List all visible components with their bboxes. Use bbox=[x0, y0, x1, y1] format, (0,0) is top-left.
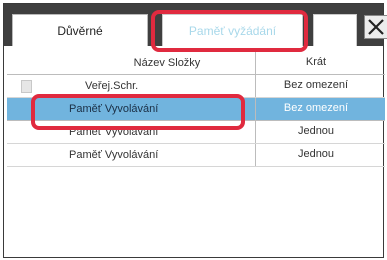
times-value: Jednou bbox=[297, 125, 335, 137]
tab-bar: Důvěrné Paměť vyžádání bbox=[4, 4, 383, 46]
column-divider bbox=[255, 144, 256, 166]
close-icon bbox=[368, 19, 384, 35]
folder-name: Paměť Vyvolávání bbox=[69, 149, 159, 161]
folder-table: Název Složky Krát Veřej.Schr. Bez omezen… bbox=[7, 52, 385, 167]
folder-name: Paměť Vyvolávání bbox=[69, 126, 159, 138]
times-value: Jednou bbox=[297, 148, 335, 160]
table-row[interactable]: Paměť Vyvolávání Jednou bbox=[7, 121, 385, 144]
tab-spacer bbox=[313, 14, 357, 46]
times-value: Bez omezení bbox=[283, 79, 349, 91]
recall-memory-panel: Důvěrné Paměť vyžádání Název Složky Krát… bbox=[3, 3, 387, 258]
document-icon bbox=[21, 80, 32, 93]
folder-name: Veřej.Schr. bbox=[85, 80, 139, 92]
table-header: Název Složky Krát bbox=[7, 52, 385, 75]
table-row-selected[interactable]: Paměť Vyvolávání Bez omezení bbox=[7, 98, 385, 121]
column-header-folder-name: Název Složky bbox=[133, 57, 201, 69]
folder-name: Paměť Vyvolávání bbox=[69, 103, 159, 115]
column-divider bbox=[255, 121, 256, 143]
table-row[interactable]: Veřej.Schr. Bez omezení bbox=[7, 75, 385, 98]
tab-trusted[interactable]: Důvěrné bbox=[12, 14, 148, 46]
column-divider bbox=[255, 52, 256, 74]
close-button[interactable] bbox=[364, 15, 387, 39]
tab-recall-memory[interactable]: Paměť vyžádání bbox=[162, 14, 303, 46]
column-header-times: Krát bbox=[305, 56, 327, 68]
column-divider bbox=[255, 98, 256, 120]
column-divider bbox=[255, 75, 256, 97]
table-row[interactable]: Paměť Vyvolávání Jednou bbox=[7, 144, 385, 167]
times-value: Bez omezení bbox=[283, 102, 349, 114]
